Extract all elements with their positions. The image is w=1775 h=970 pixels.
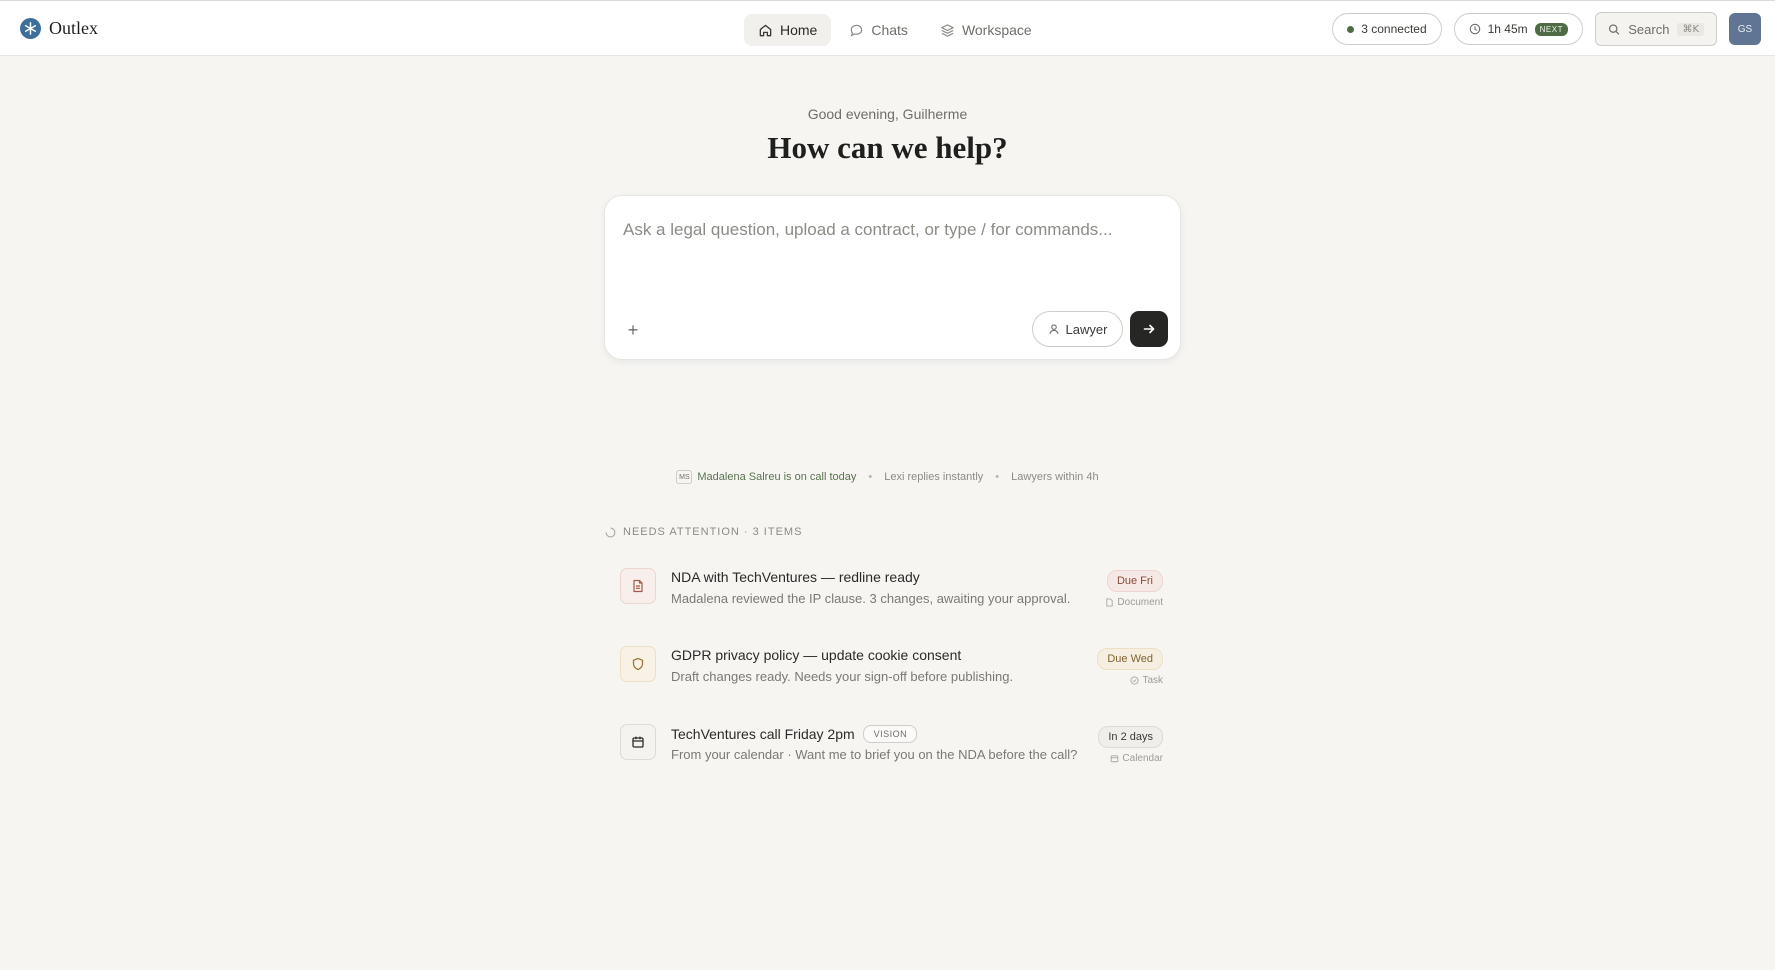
needs-attention-header: NEEDS ATTENTION · 3 ITEMS xyxy=(605,526,802,538)
connected-label: 3 connected xyxy=(1361,22,1427,36)
task-title-text: TechVentures call Friday 2pm xyxy=(671,726,855,742)
document-small-icon xyxy=(1106,598,1114,607)
lawyer-label: Lawyer xyxy=(1065,321,1108,337)
task-subtitle: Madalena reviewed the IP clause. 3 chang… xyxy=(671,591,1071,606)
separator: • xyxy=(995,471,1000,483)
nav-workspace[interactable]: Workspace xyxy=(926,14,1046,46)
task-title: TechVentures call Friday 2pm VISION xyxy=(671,725,918,743)
list-item[interactable]: GDPR privacy policy — update cookie cons… xyxy=(620,638,1163,716)
user-icon xyxy=(1048,324,1059,334)
prompt-input[interactable] xyxy=(623,220,1153,240)
connected-pill[interactable]: 3 connected xyxy=(1332,13,1442,45)
task-kind: Document xyxy=(1105,597,1163,608)
snowflake-logo-icon xyxy=(20,18,41,39)
page-title: How can we help? xyxy=(767,130,1008,165)
nav-workspace-label: Workspace xyxy=(961,22,1032,38)
layers-icon xyxy=(941,23,954,37)
lawyers-status: Lawyers within 4h xyxy=(1011,471,1099,483)
clock-icon xyxy=(1469,23,1480,35)
lexi-status: Lexi replies instantly xyxy=(884,471,984,483)
chat-icon xyxy=(850,24,863,37)
add-attachment-button[interactable]: + xyxy=(623,320,643,340)
nav-home-label: Home xyxy=(780,22,818,38)
task-kind: Calendar xyxy=(1110,753,1163,764)
needs-attention-label: NEEDS ATTENTION · 3 ITEMS xyxy=(623,526,803,538)
composer: + Lawyer xyxy=(604,195,1181,360)
search-shortcut: ⌘K xyxy=(1677,22,1704,36)
calendar-icon xyxy=(620,724,656,760)
arrow-right-icon xyxy=(1143,324,1155,334)
connected-status-dot xyxy=(1347,25,1355,33)
task-subtitle: From your calendar · Want me to brief yo… xyxy=(671,747,1078,762)
attention-list: NDA with TechVentures — redline ready Ma… xyxy=(620,560,1163,794)
separator: • xyxy=(868,471,873,483)
task-kind: Task xyxy=(1130,675,1163,686)
brand[interactable]: Outlex xyxy=(20,18,98,39)
search-button[interactable]: Search ⌘K xyxy=(1595,12,1717,46)
next-tag: NEXT xyxy=(1534,22,1568,36)
task-title-text: NDA with TechVentures — redline ready xyxy=(671,569,920,585)
lawyer-toggle-button[interactable]: Lawyer xyxy=(1032,311,1123,347)
shield-icon xyxy=(620,646,656,682)
task-title: NDA with TechVentures — redline ready xyxy=(671,569,920,585)
vision-tag: VISION xyxy=(862,725,918,743)
task-kind-label: Document xyxy=(1117,597,1163,608)
task-kind-label: Task xyxy=(1142,675,1163,686)
on-call-avatar: MS xyxy=(676,470,693,484)
send-button[interactable] xyxy=(1130,311,1168,347)
top-bar: Outlex Home Chats Workspace 3 connected xyxy=(0,0,1775,56)
plus-icon: + xyxy=(627,319,639,340)
main-nav: Home Chats Workspace xyxy=(744,14,1046,46)
home-icon xyxy=(759,24,772,36)
on-call-status: MS Madalena Salreu is on call today xyxy=(676,470,856,484)
right-tools: 3 connected 1h 45m NEXT Search ⌘K GS xyxy=(1332,12,1761,46)
availability-status: MS Madalena Salreu is on call today • Le… xyxy=(0,470,1775,484)
nav-chats-label: Chats xyxy=(871,22,908,38)
search-icon xyxy=(1608,23,1620,35)
brand-name: Outlex xyxy=(49,18,98,38)
nav-chats[interactable]: Chats xyxy=(835,14,922,46)
task-kind-label: Calendar xyxy=(1122,753,1163,764)
loading-circle-icon xyxy=(605,527,616,537)
on-call-label: Madalena Salreu is on call today xyxy=(697,471,857,483)
due-badge: In 2 days xyxy=(1098,726,1163,748)
greeting: Good evening, Guilherme xyxy=(807,106,968,122)
task-title: GDPR privacy policy — update cookie cons… xyxy=(671,647,961,663)
check-circle-icon xyxy=(1130,676,1139,685)
next-event-pill[interactable]: 1h 45m NEXT xyxy=(1453,13,1583,45)
calendar-small-icon xyxy=(1111,755,1119,763)
avatar[interactable]: GS xyxy=(1729,13,1761,45)
list-item[interactable]: TechVentures call Friday 2pm VISION From… xyxy=(620,716,1163,794)
timer-label: 1h 45m xyxy=(1487,22,1528,36)
nav-home[interactable]: Home xyxy=(744,14,832,46)
document-icon xyxy=(620,568,656,604)
due-badge: Due Wed xyxy=(1097,648,1163,670)
search-label: Search xyxy=(1628,21,1670,37)
task-subtitle: Draft changes ready. Needs your sign-off… xyxy=(671,669,1014,684)
list-item[interactable]: NDA with TechVentures — redline ready Ma… xyxy=(620,560,1163,638)
task-title-text: GDPR privacy policy — update cookie cons… xyxy=(671,647,962,663)
due-badge: Due Fri xyxy=(1106,570,1163,592)
